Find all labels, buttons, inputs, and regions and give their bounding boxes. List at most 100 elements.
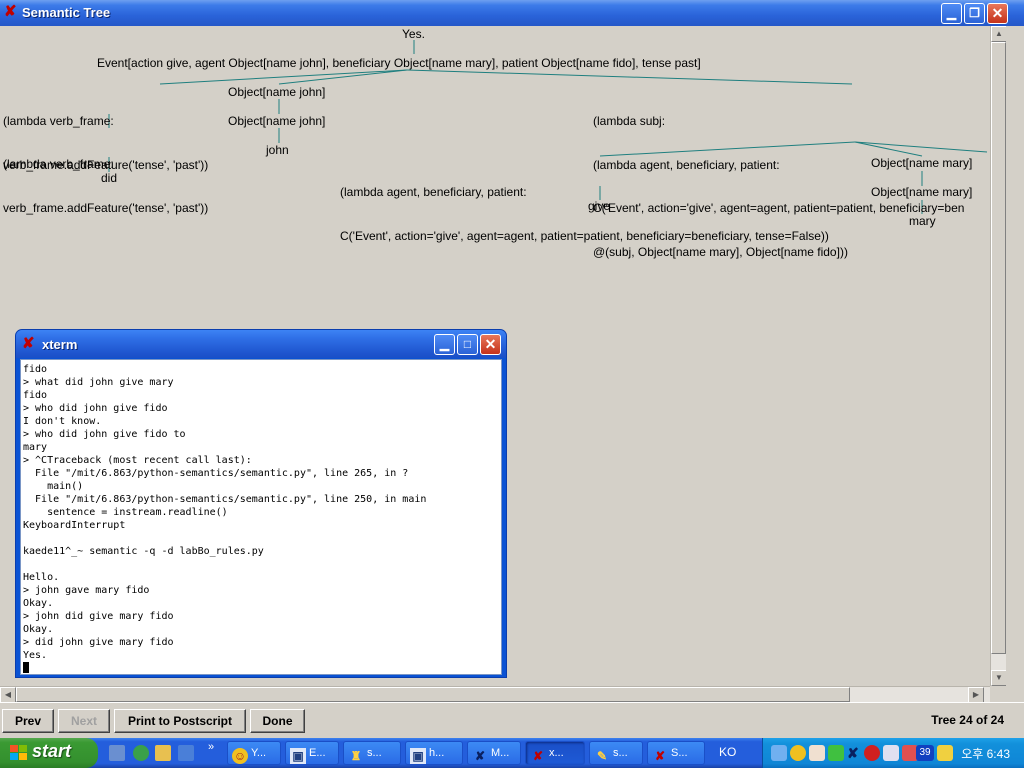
terminal-line: sentence = instream.readline() bbox=[23, 507, 228, 518]
start-label: start bbox=[32, 741, 72, 761]
terminal-line: I don't know. bbox=[23, 416, 102, 427]
task-label: E... bbox=[309, 747, 326, 759]
ime-icon[interactable] bbox=[883, 745, 899, 761]
task-label: S... bbox=[671, 747, 688, 759]
horizontal-scrollbar[interactable]: ◀ ▶ bbox=[0, 686, 990, 703]
messenger-icon: ☺ bbox=[232, 748, 248, 764]
antivirus-icon[interactable] bbox=[864, 745, 880, 761]
network-users-icon[interactable] bbox=[771, 745, 787, 761]
task-button-7[interactable]: ✎ s... bbox=[589, 741, 643, 765]
restore-button[interactable]: ❐ bbox=[964, 3, 985, 24]
horizontal-scroll-thumb[interactable] bbox=[16, 687, 850, 702]
scroll-left-button[interactable]: ◀ bbox=[0, 687, 16, 703]
task-button-3[interactable]: ♜ s... bbox=[343, 741, 401, 765]
xterm-close-button[interactable]: ✕ bbox=[480, 334, 501, 355]
scroll-down-button[interactable]: ▼ bbox=[991, 670, 1007, 686]
vertical-scroll-thumb[interactable] bbox=[991, 42, 1006, 654]
window-title: Semantic Tree bbox=[22, 5, 111, 20]
messenger-icon[interactable] bbox=[809, 745, 825, 761]
task-button-1[interactable]: ☺ Y... bbox=[227, 741, 281, 765]
scroll-up-button[interactable]: ▲ bbox=[991, 26, 1007, 42]
xterm-window[interactable]: ✘ xterm ▁ □ ✕ fido > what did john give … bbox=[15, 329, 507, 678]
start-button[interactable]: start bbox=[0, 738, 98, 768]
task-label: M... bbox=[491, 747, 510, 759]
tree-counter: Tree 24 of 24 bbox=[931, 713, 1004, 727]
tree-node-event: Event[action give, agent Object[name joh… bbox=[97, 56, 701, 70]
tree-node-mary: mary bbox=[909, 214, 936, 228]
pencil-icon[interactable] bbox=[937, 745, 953, 761]
close-button[interactable]: ✕ bbox=[987, 3, 1008, 24]
bottom-toolbar: Prev Next Print to Postscript Done Tree … bbox=[0, 702, 1024, 738]
window-icon: ▣ bbox=[290, 748, 306, 764]
prev-button[interactable]: Prev bbox=[2, 709, 54, 733]
task-button-2[interactable]: ▣ E... bbox=[285, 741, 339, 765]
clock[interactable]: 오후 6:43 bbox=[961, 745, 1010, 762]
xterm-minimize-button[interactable]: ▁ bbox=[434, 334, 455, 355]
tree-node-did: did bbox=[101, 171, 118, 185]
next-button[interactable]: Next bbox=[58, 709, 110, 733]
chevron-more-icon[interactable]: » bbox=[208, 741, 214, 753]
media-icon[interactable] bbox=[178, 745, 194, 761]
main-title-bar[interactable]: ✘ Semantic Tree ▁ ❐ ✕ bbox=[0, 0, 1024, 26]
window-right-frame bbox=[1006, 26, 1024, 702]
arrow-up-icon: ▲ bbox=[995, 29, 1003, 38]
task-button-4[interactable]: ▣ h... bbox=[405, 741, 463, 765]
runner-icon: ♜ bbox=[350, 749, 362, 763]
terminal-line: > john did give mary fido bbox=[23, 611, 174, 622]
language-indicator[interactable]: KO bbox=[719, 745, 736, 759]
close-icon: ✕ bbox=[991, 5, 1004, 21]
scroll-right-button[interactable]: ▶ bbox=[968, 687, 984, 703]
task-button-8[interactable]: ✘ S... bbox=[647, 741, 705, 765]
terminal-line: main() bbox=[23, 481, 84, 492]
smiley-icon[interactable] bbox=[790, 745, 806, 761]
show-desktop-icon[interactable] bbox=[109, 745, 125, 761]
tree-node-lambda-give: (lambda agent, beneficiary, patient: C('… bbox=[340, 156, 829, 272]
arrow-left-icon: ◀ bbox=[4, 690, 12, 699]
tk-app-icon: ✘ bbox=[654, 749, 666, 763]
print-postscript-button[interactable]: Print to Postscript bbox=[114, 709, 246, 733]
terminal-line: File "/mit/6.863/python-semantics/semant… bbox=[23, 468, 409, 479]
terminal-line: Okay. bbox=[23, 624, 54, 635]
done-button[interactable]: Done bbox=[250, 709, 305, 733]
tree-node-lambda-verb-2: (lambda verb_frame: verb_frame.addFeatur… bbox=[3, 128, 208, 244]
minimize-icon: ▁ bbox=[946, 6, 957, 20]
terminal-line: > who did john give fido bbox=[23, 403, 168, 414]
terminal-cursor bbox=[23, 662, 29, 673]
close-icon: ✕ bbox=[484, 336, 497, 352]
terminal-line: > what did john give mary bbox=[23, 377, 174, 388]
xterm-title-bar[interactable]: ✘ xterm ▁ □ ✕ bbox=[16, 330, 506, 358]
terminal-prompt-line[interactable] bbox=[23, 662, 501, 674]
tree-node-object-john-2: Object[name john] bbox=[228, 114, 326, 128]
task-button-6-active[interactable]: ✘ x... bbox=[525, 741, 585, 765]
task-button-5[interactable]: ✘ M... bbox=[467, 741, 521, 765]
minimize-button[interactable]: ▁ bbox=[941, 3, 962, 24]
node-line: (lambda verb_frame: bbox=[3, 114, 114, 128]
restore-icon: ❐ bbox=[969, 6, 980, 20]
system-tray: ✘ 39 오후 6:43 bbox=[762, 738, 1024, 768]
maximize-icon: □ bbox=[463, 337, 472, 351]
node-line: (lambda agent, beneficiary, patient: bbox=[340, 185, 527, 199]
terminal-output[interactable]: fido > what did john give mary fido > wh… bbox=[20, 359, 502, 675]
x-icon[interactable]: ✘ bbox=[847, 745, 863, 761]
node-line: (lambda verb_frame: bbox=[3, 157, 114, 171]
runner-icon[interactable] bbox=[828, 745, 844, 761]
windows-logo-icon bbox=[10, 745, 27, 760]
tk-app-icon: ✘ bbox=[4, 3, 17, 20]
folder-icon[interactable] bbox=[155, 745, 171, 761]
task-label: h... bbox=[429, 747, 445, 759]
tree-node-give: give bbox=[588, 199, 611, 213]
tk-app-icon: ✘ bbox=[532, 749, 544, 763]
badge-39[interactable]: 39 bbox=[916, 745, 934, 761]
terminal-line: > john gave mary fido bbox=[23, 585, 150, 596]
x-icon: ✘ bbox=[474, 749, 486, 763]
tree-node-object-john-1: Object[name john] bbox=[228, 85, 326, 99]
terminal-line: > did john give mary fido bbox=[23, 637, 174, 648]
tree-node-object-mary-2: Object[name mary] bbox=[871, 185, 973, 199]
terminal-line: File "/mit/6.863/python-semantics/semant… bbox=[23, 494, 427, 505]
xterm-maximize-button[interactable]: □ bbox=[457, 334, 478, 355]
vertical-scrollbar[interactable]: ▲ ▼ bbox=[990, 26, 1007, 686]
terminal-line: fido bbox=[23, 364, 48, 375]
browser-icon[interactable] bbox=[133, 745, 149, 761]
